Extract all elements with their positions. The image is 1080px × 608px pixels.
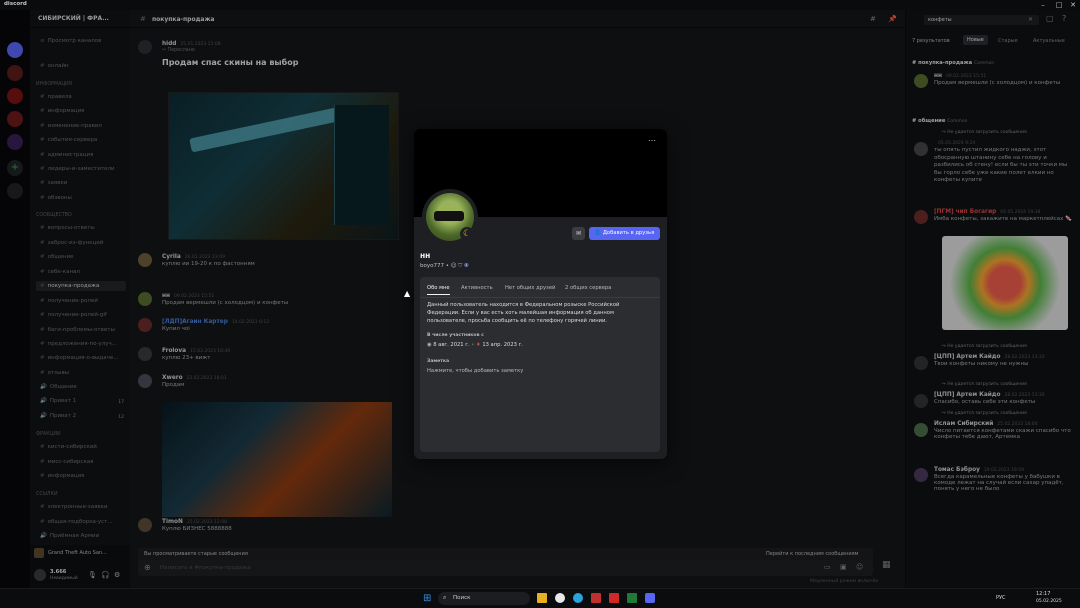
tabs-divider <box>420 297 660 298</box>
title-bar: discord – □ ✕ <box>0 0 1080 10</box>
about-text: Данный пользователь находится в Федераль… <box>427 302 620 324</box>
app-icon[interactable] <box>591 593 601 603</box>
windows-start-icon[interactable]: ⊞ <box>423 593 431 604</box>
tab-about[interactable]: Обо мне <box>427 285 450 295</box>
discord-join-date: 8 авг. 2021 г. <box>433 342 470 348</box>
app-title: discord <box>4 1 27 7</box>
taskbar-search[interactable]: ⌕ Поиск <box>438 592 530 605</box>
member-since-label: В числе участников с <box>427 333 484 338</box>
minimize-button[interactable]: – <box>1036 0 1050 10</box>
message-button[interactable]: ✉ <box>572 227 585 240</box>
tab-activity[interactable]: Активность <box>461 285 493 291</box>
maximize-button[interactable]: □ <box>1052 0 1066 10</box>
close-button[interactable]: ✕ <box>1066 0 1080 10</box>
profile-username: boyo777 • ☺ ⛉ ⦿ <box>420 263 468 270</box>
profile-details-box: Обо мне Активность Нет общих друзей 2 об… <box>420 277 660 452</box>
profile-avatar: ☾ <box>422 189 478 245</box>
member-since-row: ◉ 8 авг. 2021 г. • ♦ 13 апр. 2023 г. <box>427 342 523 348</box>
clock-date[interactable]: 05.02.2025 <box>1036 599 1062 604</box>
windows-taskbar: ⊞ ⌕ Поиск РУС 12:17 05.02.2025 <box>0 588 1080 608</box>
avatar-detail <box>434 211 464 221</box>
search-icon: ⌕ <box>443 594 447 601</box>
add-friend-button[interactable]: 👤 Добавить в друзья <box>589 227 660 240</box>
discord-taskbar-icon[interactable] <box>645 593 655 603</box>
user-profile-modal: ⋯ ☾ ✉ 👤 Добавить в друзья нн boyo777 • ☺… <box>414 129 667 459</box>
tab-mutual-friends[interactable]: Нет общих друзей <box>505 285 555 291</box>
username-text: boyo777 • ☺ <box>420 263 457 269</box>
more-options-icon[interactable]: ⋯ <box>648 136 656 145</box>
profile-display-name: нн <box>420 251 431 260</box>
idle-status-icon: ☾ <box>460 227 474 241</box>
app-icon[interactable] <box>609 593 619 603</box>
excel-icon[interactable] <box>627 593 637 603</box>
note-label: Заметка <box>427 359 450 364</box>
badge-icons[interactable]: ⛉ ⦿ <box>458 263 468 269</box>
yandex-browser-icon[interactable] <box>555 593 565 603</box>
note-input[interactable]: Нажмите, чтобы добавить заметку <box>427 367 651 375</box>
add-friend-label: Добавить в друзья <box>602 230 655 236</box>
telegram-icon[interactable] <box>573 593 583 603</box>
mouse-cursor-icon: ▲ <box>404 289 411 298</box>
clock-time[interactable]: 12:17 <box>1036 591 1050 597</box>
server-icon: ♦ <box>476 342 481 348</box>
discord-logo-icon: ◉ <box>427 342 432 348</box>
server-join-date: 13 апр. 2023 г. <box>482 342 523 348</box>
tab-mutual-servers[interactable]: 2 общих сервера <box>565 285 611 291</box>
language-indicator[interactable]: РУС <box>996 595 1006 601</box>
explorer-icon[interactable] <box>537 593 547 603</box>
search-label: Поиск <box>453 595 471 601</box>
